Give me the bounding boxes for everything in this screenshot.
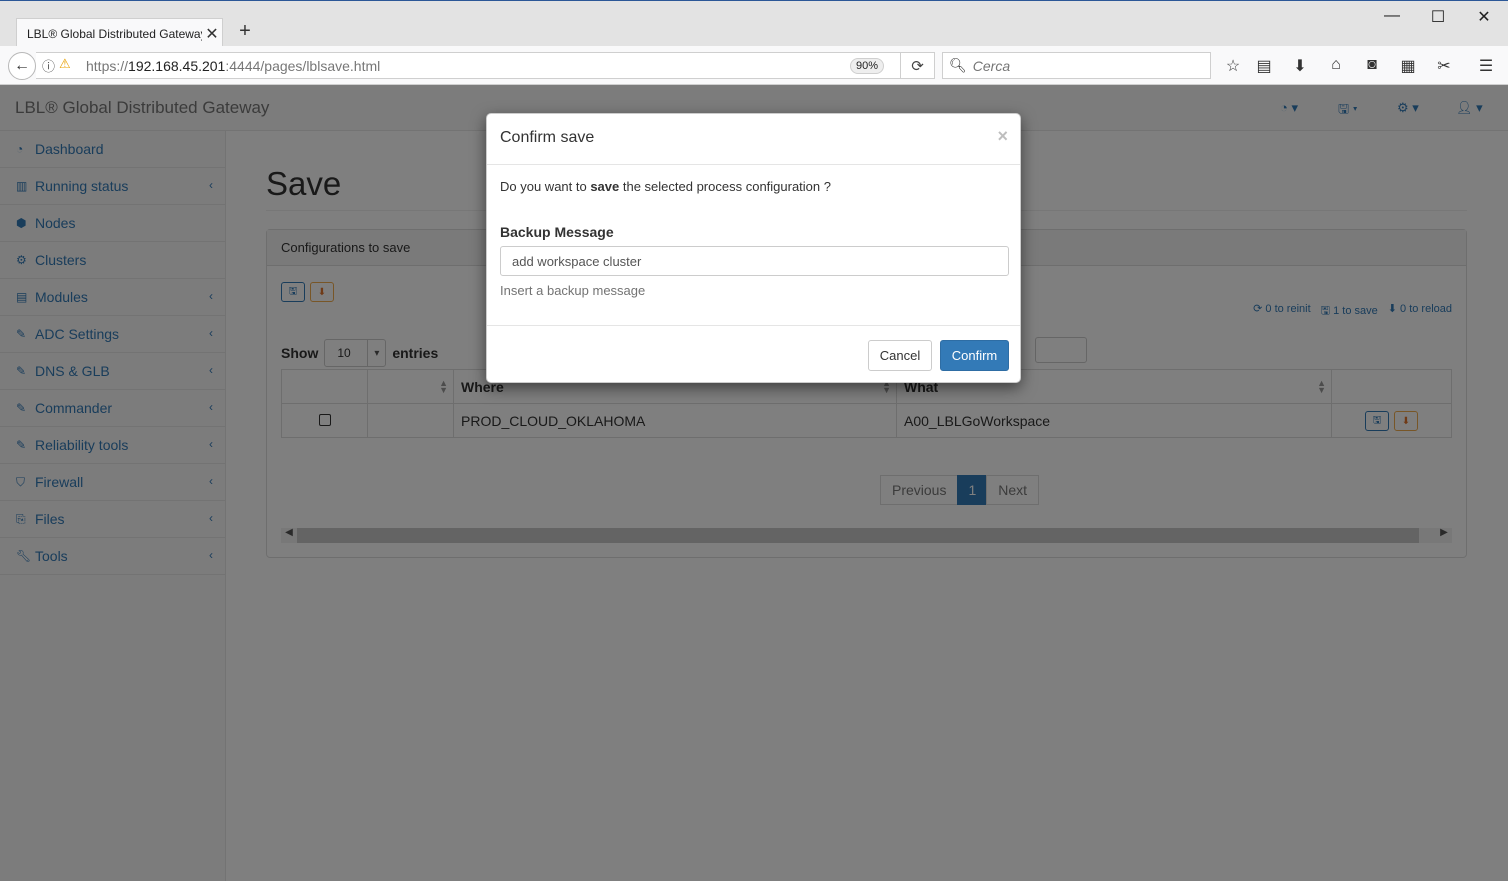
modal-title: Confirm save — [500, 129, 595, 146]
browser-tabstrip: LBL® Global Distributed Gateway ✕ + — ☐ … — [0, 0, 1508, 48]
home-icon[interactable]: ⌂ — [1325, 56, 1347, 76]
new-tab-icon[interactable]: + — [234, 20, 256, 43]
backup-message-help: Insert a backup message — [500, 283, 646, 298]
modal-footer: Cancel Confirm — [487, 325, 1020, 383]
extension-icon[interactable]: ▦ — [1397, 56, 1419, 76]
insecure-lock-icon[interactable]: ⚠ — [59, 56, 71, 75]
search-input[interactable] — [972, 57, 1203, 74]
url-bar[interactable]: ⓘ ⚠ https://192.168.45.201:4444/pages/lb… — [36, 52, 935, 79]
reload-icon[interactable]: ⟳ — [900, 52, 934, 79]
tab-title: LBL® Global Distributed Gateway — [27, 26, 202, 41]
backup-message-input[interactable] — [500, 246, 1009, 276]
close-icon[interactable]: × — [997, 126, 1008, 147]
search-bar[interactable]: 🔍︎ — [942, 52, 1211, 79]
info-icon[interactable]: ⓘ — [42, 56, 55, 75]
back-arrow-icon[interactable]: ← — [8, 52, 36, 80]
zoom-badge[interactable]: 90% — [849, 57, 884, 74]
download-icon[interactable]: ⬇ — [1289, 56, 1311, 76]
menu-icon[interactable]: ☰ — [1475, 56, 1497, 76]
reading-list-icon[interactable]: ▤ — [1253, 56, 1275, 76]
modal-body: Do you want to save the selected process… — [487, 165, 1020, 325]
maximize-icon[interactable]: ☐ — [1428, 7, 1448, 27]
browser-tab[interactable]: LBL® Global Distributed Gateway ✕ — [16, 18, 223, 48]
confirm-save-dialog: Confirm save × Do you want to save the s… — [486, 113, 1021, 383]
confirm-button[interactable]: Confirm — [940, 340, 1009, 371]
confirm-question: Do you want to save the selected process… — [500, 179, 831, 194]
cancel-button[interactable]: Cancel — [868, 340, 932, 371]
url-text[interactable]: https://192.168.45.201:4444/pages/lblsav… — [86, 58, 850, 74]
close-window-icon[interactable]: ✕ — [1474, 7, 1494, 27]
search-icon: 🔍︎ — [949, 57, 967, 73]
modal-header: Confirm save × — [487, 114, 1020, 165]
bookmark-star-icon[interactable]: ☆ — [1222, 56, 1244, 76]
browser-navbar: ← ⓘ ⚠ https://192.168.45.201:4444/pages/… — [0, 46, 1508, 85]
tab-close-icon[interactable]: ✕ — [202, 24, 222, 44]
backup-message-label: Backup Message — [500, 224, 614, 240]
pocket-icon[interactable]: ◙ — [1361, 56, 1383, 76]
minimize-icon[interactable]: — — [1382, 7, 1402, 25]
screenshot-icon[interactable]: ✂ — [1433, 56, 1455, 76]
